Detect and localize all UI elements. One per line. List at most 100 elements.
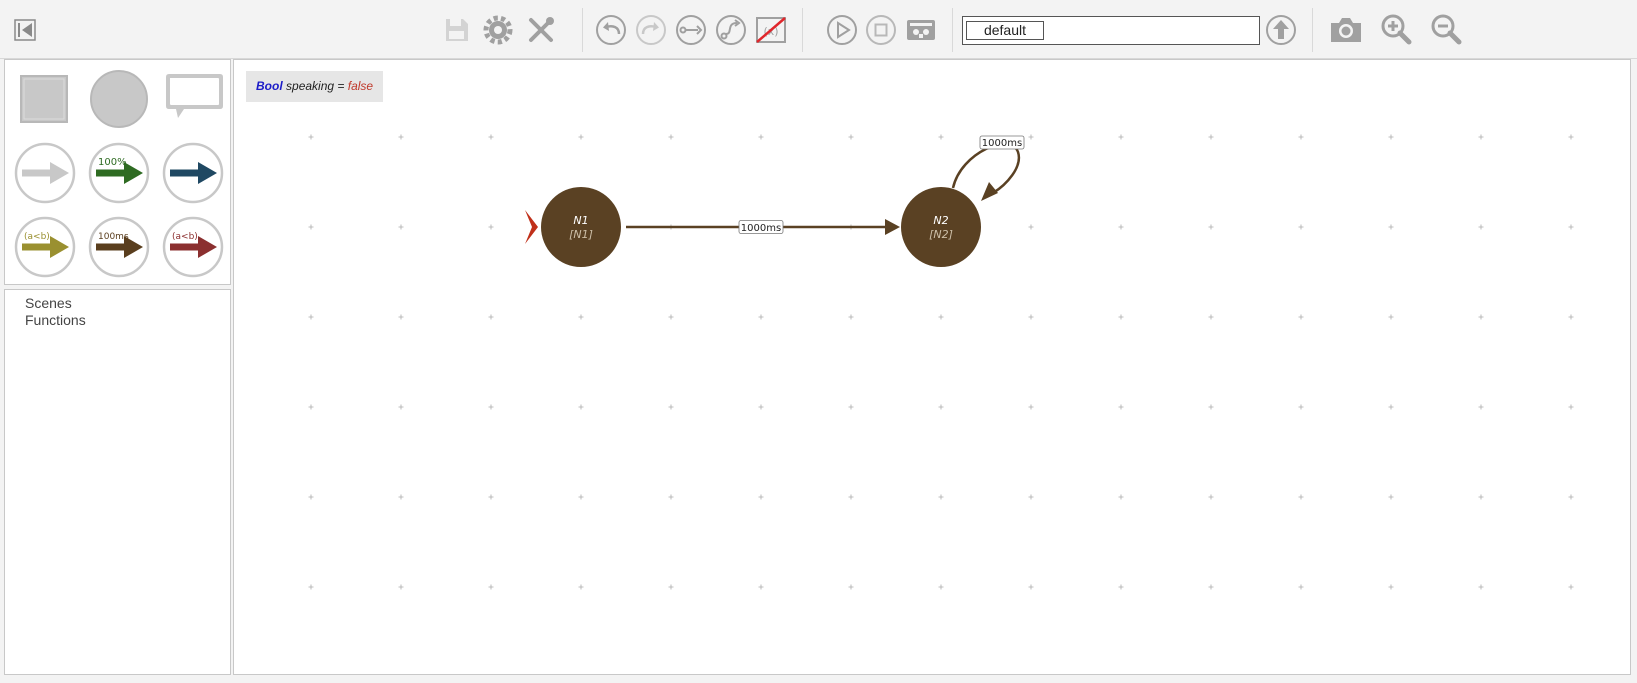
grid-cross: [578, 494, 584, 500]
timeout-edge-tool[interactable]: 100ms: [86, 214, 152, 280]
grid-cross: [848, 314, 854, 320]
scene-path-field[interactable]: default: [962, 16, 1260, 45]
edge-labels-off-icon: (x): [756, 17, 786, 43]
square-icon: [20, 75, 68, 123]
grid-cross: [1118, 134, 1124, 140]
grid-cross: [1028, 314, 1034, 320]
tools-button[interactable]: [523, 12, 559, 48]
scene-tag[interactable]: default: [966, 21, 1044, 40]
grid-cross: [1388, 224, 1394, 230]
supernode-tool[interactable]: [12, 66, 78, 132]
grid-cross: [1028, 584, 1034, 590]
skip-back-icon: [14, 19, 36, 41]
grid-cross: [488, 584, 494, 590]
play-button[interactable]: [824, 12, 860, 48]
toolbar-separator: [802, 8, 803, 52]
grid-cross: [398, 314, 404, 320]
redo-button[interactable]: [633, 12, 669, 48]
grid-cross: [488, 404, 494, 410]
save-button[interactable]: [438, 12, 474, 48]
undo-icon: [596, 15, 626, 45]
node-name: N1: [573, 214, 588, 227]
grid-cross: [1118, 314, 1124, 320]
grid-cross: [1208, 134, 1214, 140]
grid-cross: [398, 134, 404, 140]
grid-cross: [1568, 134, 1574, 140]
grid-cross: [758, 494, 764, 500]
comment-tool[interactable]: [160, 66, 226, 132]
grid-cross: [938, 134, 944, 140]
curved-edge-button[interactable]: [713, 12, 749, 48]
grid-cross: [488, 314, 494, 320]
grid-cross: [1388, 314, 1394, 320]
grid-cross: [1478, 314, 1484, 320]
grid-cross: [1208, 494, 1214, 500]
state-node-n1[interactable]: N1[N1]: [525, 187, 621, 267]
conditional-edge-tool[interactable]: (a<b): [12, 214, 78, 280]
transition-edge[interactable]: 1000ms: [626, 219, 900, 235]
grid-cross: [758, 134, 764, 140]
scene-up-button[interactable]: [1263, 12, 1299, 48]
stop-button[interactable]: [863, 12, 899, 48]
grid-cross: [668, 314, 674, 320]
state-node-n2[interactable]: N2[N2]: [901, 187, 981, 267]
tools-icon: [529, 17, 554, 42]
run-config-button[interactable]: [903, 12, 939, 48]
start-marker-icon: [525, 210, 538, 244]
node-tool[interactable]: [86, 66, 152, 132]
grid-cross: [938, 404, 944, 410]
screenshot-button[interactable]: [1328, 12, 1364, 48]
grid-cross: [1298, 224, 1304, 230]
edge-tool-label: 100ms: [98, 232, 129, 242]
node-name: N2: [933, 214, 948, 227]
node-circle[interactable]: [541, 187, 621, 267]
grid-cross: [308, 224, 314, 230]
node-id: [N1]: [569, 228, 593, 241]
arrow-icon: [162, 142, 224, 204]
grid-cross: [1028, 404, 1034, 410]
straight-edge-button[interactable]: [673, 12, 709, 48]
curved-edge-icon: [716, 15, 746, 45]
toolbar-separator: [952, 8, 953, 52]
grid-cross: [1118, 494, 1124, 500]
tree-item-functions[interactable]: Functions: [25, 312, 86, 328]
edge-line[interactable]: [951, 142, 1021, 195]
state-graph: 1000ms 1000ms N1[N1] N2[N2]: [308, 134, 1574, 590]
speech-bubble-icon: [166, 74, 223, 118]
grid-cross: [668, 134, 674, 140]
probability-edge-tool[interactable]: 100%: [86, 140, 152, 206]
zoom-in-button[interactable]: [1378, 12, 1414, 48]
grid-cross: [1208, 584, 1214, 590]
project-tree: Scenes Functions: [4, 289, 231, 675]
grid-cross: [488, 134, 494, 140]
grid-cross: [848, 584, 854, 590]
zoom-out-icon: [1431, 14, 1462, 45]
grid-cross: [758, 314, 764, 320]
settings-button[interactable]: [480, 12, 516, 48]
toolbar: (x) default: [0, 0, 1637, 59]
interrupt-edge-tool[interactable]: [160, 140, 226, 206]
grid-cross: [308, 134, 314, 140]
scene-canvas[interactable]: Bool speaking = false 1000ms 1000ms N1 [N1]…: [233, 59, 1631, 675]
node-circle[interactable]: [901, 187, 981, 267]
arrow-icon: (a<b): [162, 216, 224, 278]
transition-edge[interactable]: 1000ms: [951, 135, 1025, 201]
grid-cross: [1478, 134, 1484, 140]
undo-button[interactable]: [593, 12, 629, 48]
zoom-in-icon: [1381, 14, 1412, 45]
grid-cross: [398, 494, 404, 500]
zoom-out-button[interactable]: [1428, 12, 1464, 48]
epsilon-edge-tool[interactable]: [12, 140, 78, 206]
node-id: [N2]: [929, 228, 953, 241]
toggle-edge-labels-button[interactable]: (x): [753, 12, 789, 48]
interrupt-condition-edge-tool[interactable]: (a<b): [160, 214, 226, 280]
grid-cross: [668, 404, 674, 410]
grid-cross: [1028, 494, 1034, 500]
collapse-sidebar-button[interactable]: [8, 12, 44, 48]
tree-item-scenes[interactable]: Scenes: [25, 295, 72, 311]
grid-cross: [938, 584, 944, 590]
grid-cross: [1118, 404, 1124, 410]
grid-cross: [308, 404, 314, 410]
grid-cross: [1568, 494, 1574, 500]
grid-cross: [578, 134, 584, 140]
